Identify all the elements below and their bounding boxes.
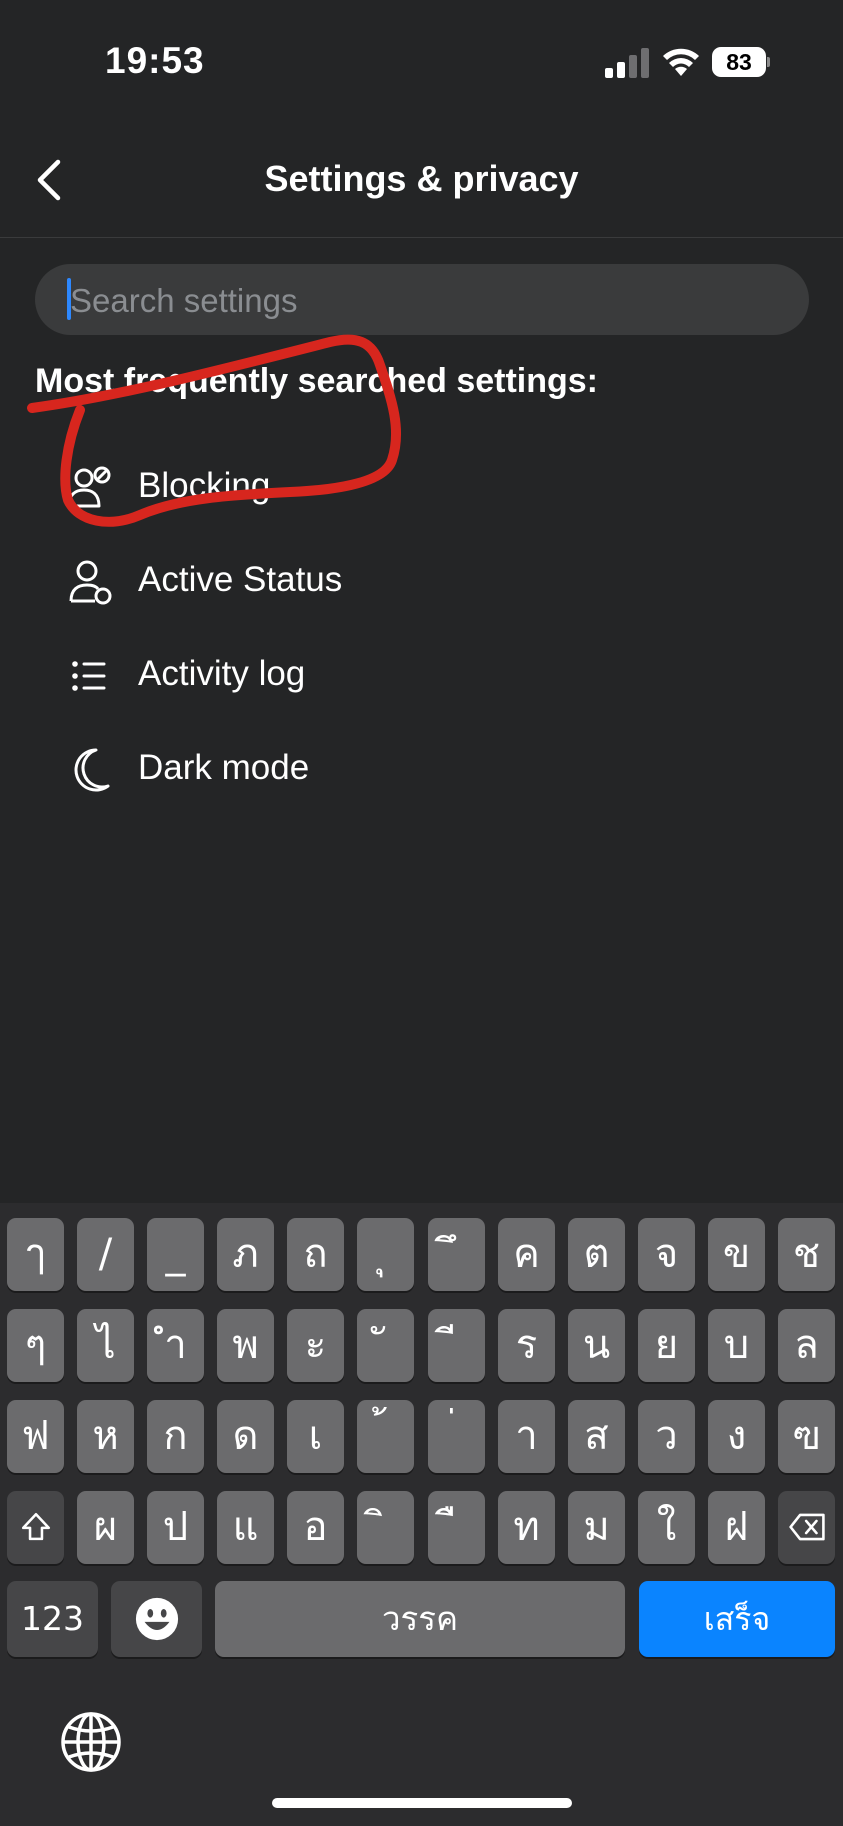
home-indicator	[272, 1798, 572, 1808]
key[interactable]: พ	[217, 1309, 274, 1382]
key[interactable]: เ	[287, 1400, 344, 1473]
key[interactable]: ่	[428, 1400, 485, 1473]
top-bar: Settings & privacy	[0, 120, 843, 238]
cellular-signal-icon	[605, 48, 649, 78]
emoji-icon	[135, 1597, 178, 1641]
key[interactable]: ข	[708, 1218, 765, 1291]
moon-icon	[74, 748, 110, 792]
page-title: Settings & privacy	[264, 158, 579, 199]
list-icon	[72, 661, 106, 691]
setting-label: Dark mode	[138, 748, 310, 787]
key[interactable]: _	[147, 1218, 204, 1291]
key[interactable]: ฃ	[778, 1400, 835, 1473]
keyboard-row-1: ๅ / _ ภ ถ ุ ึ ค ต จ ข ช	[0, 1218, 843, 1291]
key[interactable]: ิ	[357, 1491, 414, 1564]
key[interactable]: ึ	[428, 1218, 485, 1291]
battery-level: 83	[726, 49, 752, 75]
keyboard-row-2: ๆ ไ ำ พ ะ ั ี ร น ย บ ล	[0, 1309, 843, 1382]
status-bar: 19:53 83	[0, 0, 843, 120]
key[interactable]: ๅ	[7, 1218, 64, 1291]
setting-item-active-status[interactable]: Active Status	[0, 536, 843, 630]
setting-item-blocking[interactable]: Blocking	[0, 442, 843, 536]
key[interactable]: ใ	[638, 1491, 695, 1564]
key[interactable]: ย	[638, 1309, 695, 1382]
key[interactable]: บ	[708, 1309, 765, 1382]
key[interactable]: ม	[568, 1491, 625, 1564]
battery-icon: 83	[712, 47, 770, 77]
user-block-icon	[67, 466, 111, 508]
shift-key[interactable]	[7, 1491, 64, 1564]
keyboard-row-4: ผ ป แ อ ิ ื ท ม ใ ฝ	[0, 1491, 843, 1564]
key[interactable]: ุ	[357, 1218, 414, 1291]
globe-icon[interactable]	[60, 1711, 122, 1773]
search-placeholder: Search settings	[70, 282, 298, 319]
thai-keyboard: ๅ / _ ภ ถ ุ ึ ค ต จ ข ช ๆ ไ ำ พ ะ ั ี ร …	[0, 1203, 843, 1826]
key[interactable]: แ	[217, 1491, 274, 1564]
search-input[interactable]: Search settings	[35, 264, 809, 335]
key[interactable]: ฟ	[7, 1400, 64, 1473]
frequent-settings-list: Blocking Active Status Activity log Dark…	[0, 442, 843, 818]
key[interactable]: ง	[708, 1400, 765, 1473]
space-key[interactable]: วรรค	[215, 1581, 625, 1657]
key[interactable]: จ	[638, 1218, 695, 1291]
key[interactable]: ล	[778, 1309, 835, 1382]
key[interactable]: ี	[428, 1309, 485, 1382]
backspace-key[interactable]	[778, 1491, 835, 1564]
key[interactable]: ภ	[217, 1218, 274, 1291]
key[interactable]: ช	[778, 1218, 835, 1291]
key[interactable]: ร	[498, 1309, 555, 1382]
key[interactable]: า	[498, 1400, 555, 1473]
keyboard-row-5: 123 วรรค เสร็จ	[0, 1581, 843, 1659]
wifi-icon	[663, 48, 699, 76]
key[interactable]: ต	[568, 1218, 625, 1291]
key[interactable]: ห	[77, 1400, 134, 1473]
key[interactable]: อ	[287, 1491, 344, 1564]
key[interactable]: ว	[638, 1400, 695, 1473]
setting-label: Active Status	[138, 560, 343, 599]
key[interactable]: ะ	[287, 1309, 344, 1382]
key[interactable]: ฝ	[708, 1491, 765, 1564]
key[interactable]: ค	[498, 1218, 555, 1291]
key[interactable]: ั	[357, 1309, 414, 1382]
key[interactable]: ื	[428, 1491, 485, 1564]
keyboard-row-3: ฟ ห ก ด เ ้ ่ า ส ว ง ฃ	[0, 1400, 843, 1473]
key[interactable]: ท	[498, 1491, 555, 1564]
key[interactable]: ป	[147, 1491, 204, 1564]
key[interactable]: /	[77, 1218, 134, 1291]
user-status-icon	[69, 560, 112, 605]
shift-icon	[21, 1512, 50, 1541]
key[interactable]: ส	[568, 1400, 625, 1473]
key[interactable]: ก	[147, 1400, 204, 1473]
key[interactable]: ้	[357, 1400, 414, 1473]
key[interactable]: ถ	[287, 1218, 344, 1291]
emoji-key[interactable]	[111, 1581, 202, 1657]
status-time: 19:53	[105, 40, 205, 81]
setting-item-activity-log[interactable]: Activity log	[0, 630, 843, 724]
key[interactable]: ำ	[147, 1309, 204, 1382]
setting-label: Activity log	[138, 654, 306, 693]
backspace-icon	[788, 1513, 825, 1541]
setting-label: Blocking	[138, 466, 271, 505]
key[interactable]: ผ	[77, 1491, 134, 1564]
key[interactable]: ด	[217, 1400, 274, 1473]
section-heading: Most frequently searched settings:	[35, 362, 599, 400]
numbers-key[interactable]: 123	[7, 1581, 98, 1657]
key[interactable]: ไ	[77, 1309, 134, 1382]
key[interactable]: ๆ	[7, 1309, 64, 1382]
key[interactable]: น	[568, 1309, 625, 1382]
done-key[interactable]: เสร็จ	[639, 1581, 835, 1657]
setting-item-dark-mode[interactable]: Dark mode	[0, 724, 843, 818]
